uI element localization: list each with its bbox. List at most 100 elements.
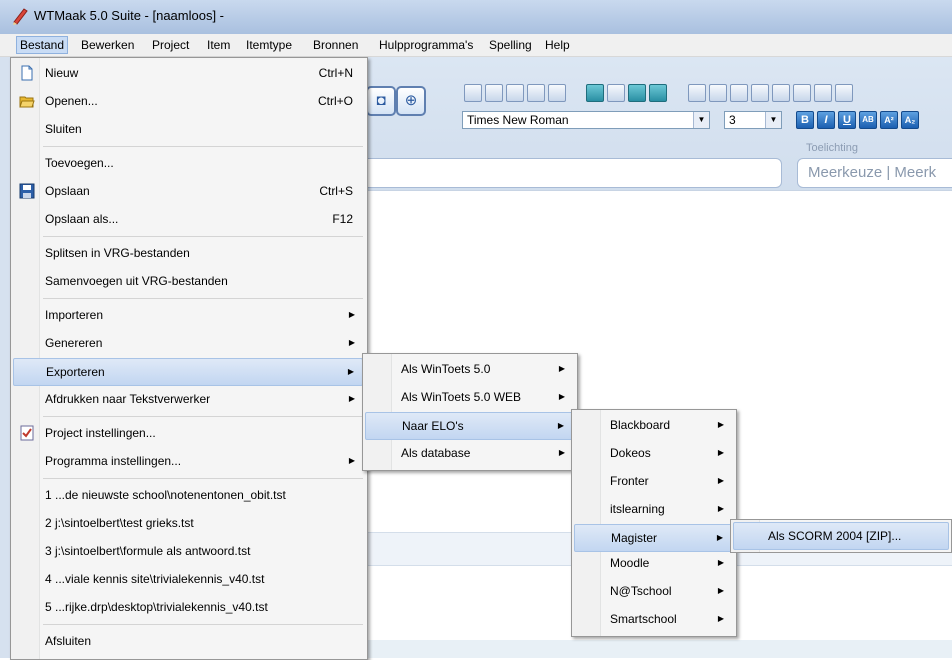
bold-button[interactable]: B (796, 111, 814, 129)
menu-item-dokeos[interactable]: Dokeos ▶ (574, 440, 732, 466)
menu-item-label: Programma instellingen... (45, 454, 182, 468)
item-type-field[interactable]: Meerkeuze | Meerk (797, 158, 952, 188)
toolbar-button[interactable] (814, 84, 832, 102)
menu-item-opslaan-als[interactable]: Opslaan als... F12 (13, 206, 363, 232)
subscript-button[interactable]: A₂ (901, 111, 919, 129)
menu-project[interactable]: Project (149, 37, 192, 53)
toolbar-button[interactable] (548, 84, 566, 102)
menu-item-importeren[interactable]: Importeren ▶ (13, 302, 363, 328)
recent-file-4[interactable]: 4 ...viale kennis site\trivialekennis_v4… (13, 566, 363, 592)
toolbar-button[interactable] (709, 84, 727, 102)
shortcut-label: Ctrl+S (319, 184, 353, 198)
menu-bronnen[interactable]: Bronnen (310, 37, 361, 53)
font-select[interactable]: Times New Roman ▼ (462, 111, 710, 129)
menu-item-als-database[interactable]: Als database ▶ (365, 440, 573, 466)
toolbar-button[interactable] (730, 84, 748, 102)
shortcut-label: Ctrl+O (317, 94, 353, 108)
toolbar-button[interactable] (835, 84, 853, 102)
menu-item-openen[interactable]: Openen... Ctrl+O (13, 88, 363, 114)
menu-bestand[interactable]: Bestand (16, 36, 69, 54)
menu-item-project-instellingen[interactable]: Project instellingen... (13, 420, 363, 446)
open-folder-icon (19, 96, 35, 108)
shortcut-label: F12 (332, 212, 353, 226)
menu-item-label: Afsluiten (45, 634, 92, 648)
menu-item-afsluiten[interactable]: Afsluiten (13, 628, 363, 654)
menu-item-samenvoegen[interactable]: Samenvoegen uit VRG-bestanden (13, 268, 363, 294)
menu-item-natschool[interactable]: N@Tschool ▶ (574, 578, 732, 604)
toolbar-button[interactable] (793, 84, 811, 102)
menu-item[interactable]: Item (204, 37, 233, 53)
size-select[interactable]: 3 ▼ (724, 111, 782, 129)
menu-item-sluiten[interactable]: Sluiten (13, 116, 363, 142)
menu-bewerken[interactable]: Bewerken (78, 37, 137, 53)
menu-item-als-wintoets-web[interactable]: Als WinToets 5.0 WEB ▶ (365, 384, 573, 410)
menu-item-splitsen[interactable]: Splitsen in VRG-bestanden (13, 240, 363, 266)
menu-item-itslearning[interactable]: itslearning ▶ (574, 496, 732, 522)
menu-item-smartschool[interactable]: Smartschool ▶ (574, 606, 732, 632)
toolbar-button[interactable] (772, 84, 790, 102)
menu-item-label: 4 ...viale kennis site\trivialekennis_v4… (45, 572, 265, 586)
chevron-down-icon[interactable]: ▼ (765, 112, 781, 128)
menu-item-blackboard[interactable]: Blackboard ▶ (574, 412, 732, 438)
italic-button[interactable]: I (817, 111, 835, 129)
menu-item-genereren[interactable]: Genereren ▶ (13, 330, 363, 356)
toolbar-button[interactable] (506, 84, 524, 102)
superscript-button[interactable]: A² (880, 111, 898, 129)
recent-file-1[interactable]: 1 ...de nieuwste school\notenentonen_obi… (13, 482, 363, 508)
menu-item-label: Importeren (45, 308, 104, 322)
recent-file-3[interactable]: 3 j:\sintoelbert\formule als antwoord.ts… (13, 538, 363, 564)
menu-item-nieuw[interactable]: Nieuw Ctrl+N (13, 60, 363, 86)
menu-item-programma-instellingen[interactable]: Programma instellingen... ▶ (13, 448, 363, 474)
menu-help[interactable]: Help (542, 37, 573, 53)
checklist-icon (20, 425, 34, 441)
menu-item-als-wintoets[interactable]: Als WinToets 5.0 ▶ (365, 356, 573, 382)
menu-spelling[interactable]: Spelling (486, 37, 535, 53)
submenu-arrow-icon: ▶ (717, 448, 724, 457)
submenu-arrow-icon: ▶ (717, 558, 724, 567)
file-menu: Nieuw Ctrl+N Openen... Ctrl+O Sluiten To… (10, 57, 368, 660)
toolbar-button[interactable] (527, 84, 545, 102)
menu-hulpprogrammas[interactable]: Hulpprogramma's (376, 37, 476, 53)
menu-item-label: Magister (611, 531, 658, 545)
menu-item-label: Exporteren (46, 365, 105, 379)
underline-button[interactable]: U (838, 111, 856, 129)
toolbar-button[interactable] (586, 84, 604, 102)
menu-item-toevoegen[interactable]: Toevoegen... (13, 150, 363, 176)
recent-file-2[interactable]: 2 j:\sintoelbert\test grieks.tst (13, 510, 363, 536)
toolbar-button[interactable] (688, 84, 706, 102)
menu-item-moodle[interactable]: Moodle ▶ (574, 550, 732, 576)
menu-item-label: Als WinToets 5.0 WEB (401, 390, 522, 404)
menu-item-opslaan[interactable]: Opslaan Ctrl+S (13, 178, 363, 204)
menu-itemtype[interactable]: Itemtype (243, 37, 295, 53)
recent-file-5[interactable]: 5 ...rijke.drp\desktop\trivialekennis_v4… (13, 594, 363, 620)
toolbar-button[interactable] (464, 84, 482, 102)
formula-button[interactable] (649, 84, 667, 102)
submenu-arrow-icon: ▶ (348, 456, 355, 465)
item-text-field[interactable] (362, 158, 782, 188)
menu-item-label: Toevoegen... (45, 156, 114, 170)
menu-item-fronter[interactable]: Fronter ▶ (574, 468, 732, 494)
toolbar-button[interactable] (607, 84, 625, 102)
toolbar-big-button-1[interactable]: ◘ (366, 86, 396, 116)
submenu-arrow-icon: ▶ (348, 394, 355, 403)
toolbar-button[interactable] (628, 84, 646, 102)
size-select-value: 3 (729, 113, 736, 127)
menu-item-label: Afdrukken naar Tekstverwerker (45, 392, 211, 406)
menu-item-label: 1 ...de nieuwste school\notenentonen_obi… (45, 488, 286, 502)
menu-item-exporteren[interactable]: Exporteren ▶ (13, 358, 363, 386)
menu-item-afdrukken[interactable]: Afdrukken naar Tekstverwerker ▶ (13, 386, 363, 412)
chevron-down-icon[interactable]: ▼ (693, 112, 709, 128)
submenu-arrow-icon: ▶ (717, 420, 724, 429)
toolbar-button[interactable] (485, 84, 503, 102)
menu-item-naar-elos[interactable]: Naar ELO's ▶ (365, 412, 573, 440)
strikethrough-button[interactable]: AB (859, 111, 877, 129)
globe-icon[interactable]: ⊕ (396, 86, 426, 116)
submenu-arrow-icon: ▶ (717, 476, 724, 485)
menu-item-label: Project instellingen... (45, 426, 156, 440)
menu-item-label: 2 j:\sintoelbert\test grieks.tst (45, 516, 194, 530)
menu-item-magister[interactable]: Magister ▶ (574, 524, 732, 552)
submenu-arrow-icon: ▶ (557, 421, 564, 430)
menu-item-label: Smartschool (610, 612, 677, 626)
toolbar-button[interactable] (751, 84, 769, 102)
menu-item-als-scorm-2004[interactable]: Als SCORM 2004 [ZIP]... (733, 522, 949, 550)
